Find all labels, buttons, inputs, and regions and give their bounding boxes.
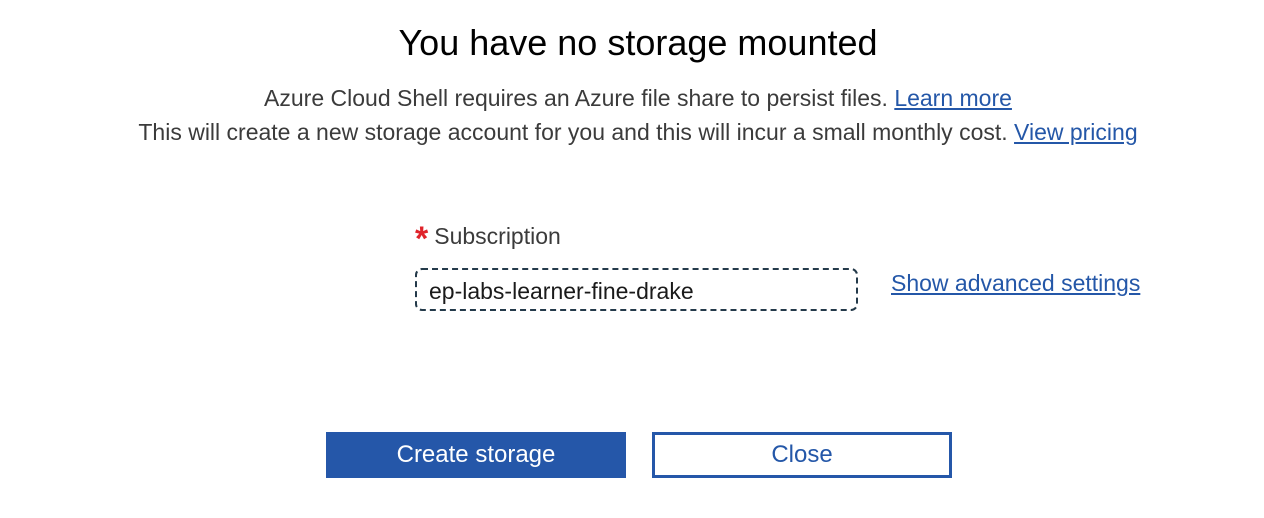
view-pricing-link[interactable]: View pricing <box>1014 119 1138 145</box>
description-line-1: Azure Cloud Shell requires an Azure file… <box>0 85 1264 112</box>
description-text-1: Azure Cloud Shell requires an Azure file… <box>264 85 888 111</box>
show-advanced-settings-link[interactable]: Show advanced settings <box>891 270 1140 297</box>
learn-more-link[interactable]: Learn more <box>894 85 1012 111</box>
required-marker: * <box>415 220 429 258</box>
subscription-selected-value: ep-labs-learner-fine-drake <box>429 278 694 304</box>
subscription-dropdown[interactable]: ep-labs-learner-fine-drake <box>415 268 858 311</box>
create-storage-button[interactable]: Create storage <box>326 432 626 478</box>
description-text-2: This will create a new storage account f… <box>138 119 1008 145</box>
description-line-2: This will create a new storage account f… <box>0 119 1264 146</box>
dialog-title: You have no storage mounted <box>398 22 878 63</box>
subscription-label: Subscription <box>434 223 561 249</box>
close-button[interactable]: Close <box>652 432 952 478</box>
subscription-field-label: * Subscription <box>415 214 561 258</box>
